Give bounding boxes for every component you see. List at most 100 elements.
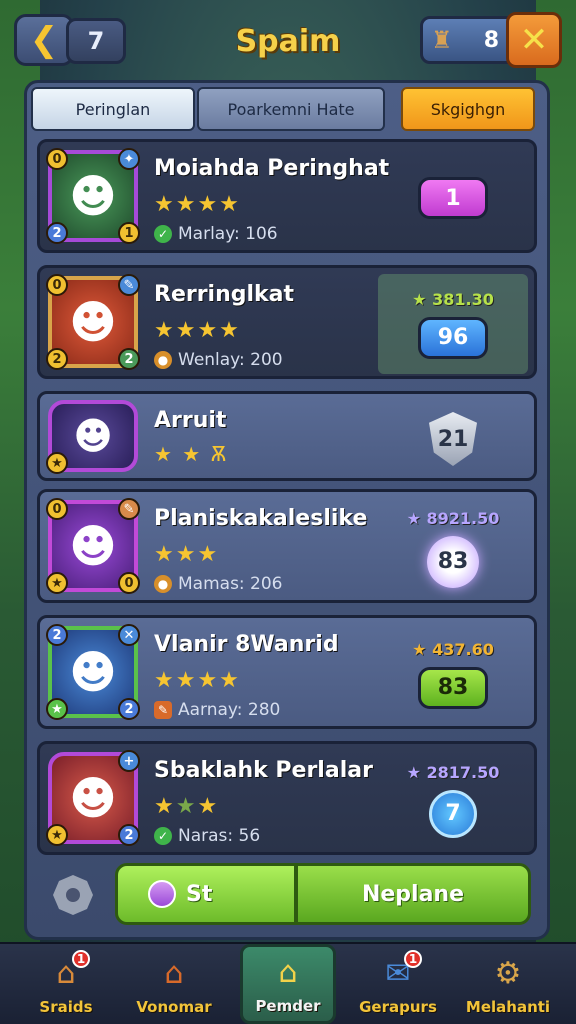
coin-icon: ● [154,575,172,593]
house-icon: ⌂ [164,956,184,991]
player-name: Sbaklahk Perlalar [154,758,373,783]
list-item[interactable]: ☻ 2 ✕ 2 ★ Vlanir 8Wanrid ★★★★ ✎ Aarnay: … [37,615,537,729]
right-action-button[interactable]: Neplane [295,863,531,925]
crown-badge-icon: 2 [46,348,68,370]
nav-item-gerapurs[interactable]: ✉ 1 Gerapurs [350,950,446,1022]
player-name: Rerringlkat [154,282,295,307]
back-arrow-icon: ❮ [29,20,59,60]
list-item[interactable]: ☻ ★ Arruit ★ ★ Ѫ 21 [37,391,537,481]
level-badge-icon: 2 [118,698,140,720]
rank-badge-icon: 0 [46,148,68,170]
coin-badge-icon: 2 [118,348,140,370]
level-indicator: 7 [66,18,126,64]
rank-badge-icon: 2 [46,624,68,646]
avatar: ☻ + 2 ★ [46,750,140,846]
list-item[interactable]: ☻ 0 ✎ 2 2 Rerringlkat ★★★★ ● Wenlay: 200… [37,265,537,379]
reward-area: ★ 437.60 83 [378,624,528,724]
prize-amount: ★ 381.30 [412,289,494,309]
rank-badge-icon: 0 [46,274,68,296]
notification-badge: 1 [404,950,422,968]
avatar: ☻ 2 ✕ 2 ★ [46,624,140,720]
coin-badge-icon: 0 [118,572,140,594]
page-title: Spaim [235,24,341,59]
sword-badge-icon: ✕ [118,624,140,646]
hero-portrait-icon: ☻ [69,519,117,573]
star-rating: ★★★ [154,794,220,819]
score-pill[interactable]: 96 [418,316,488,359]
nav-item-pemder[interactable]: ⌂ Pemder [240,944,336,1024]
prize-amount: ★ 437.60 [412,639,494,659]
star-rating: ★ ★ Ѫ [154,442,229,466]
leaderboard-panel: Peringlan Poarkemni Hate Skgighgn ☻ 0 ✦ … [24,80,550,940]
coin-icon: ● [154,351,172,369]
player-stat: ● Wenlay: 200 [154,350,283,370]
hero-portrait-icon: ☻ [69,295,117,349]
player-stat: ✓ Naras: 56 [154,826,260,846]
tab-peringlan[interactable]: Peringlan [31,87,195,131]
reward-area: ★ 8921.50 83 [378,498,528,598]
close-icon: ✕ [519,20,549,60]
level-badge-icon: ✎ [118,274,140,296]
list-item[interactable]: ☻ 0 ✎ 0 ★ Planiskakaleslike ★★★ ● Mamas:… [37,489,537,603]
currency-value: 8 [483,27,499,53]
star-badge-icon: ★ [46,452,68,474]
plus-badge-icon: + [118,750,140,772]
player-name: Vlanir 8Wanrid [154,632,339,657]
coin-badge-icon: 1 [118,222,140,244]
tab-bar: Peringlan Poarkemni Hate Skgighgn [31,87,543,131]
score-pill[interactable]: 83 [418,666,488,709]
tab-poarkemni-hate[interactable]: Poarkemni Hate [197,87,385,131]
star-rating: ★★★★ [154,668,241,693]
home-icon: ⌂ 1 [46,950,90,992]
build-icon: ⌂ [278,955,298,990]
score-orb[interactable]: 7 [429,789,477,838]
settings-gear-icon[interactable] [53,875,93,915]
bottom-nav: ⌂ 1 Sraids ⌂ Vonomar ⌂ Pemder ✉ 1 Gerapurs… [0,942,576,1024]
list-item[interactable]: ☻ 0 ✦ 1 2 Moiahda Peringhat ★★★★ ✓ Marla… [37,139,537,253]
star-badge-icon: ★ [46,572,68,594]
top-bar: ❮ 7 Spaim ♜ 8 ✕ [0,10,576,70]
nav-item-vonomar[interactable]: ⌂ Vonomar [126,950,222,1022]
notification-badge: 1 [72,950,90,968]
star-rating: ★★★ [154,542,220,567]
reward-area: 1 [378,148,528,248]
player-stat: ✓ Marlay: 106 [154,224,278,244]
prize-amount: ★ 2817.50 [406,762,500,782]
pen-icon: ✎ [154,701,172,719]
star-badge-icon: ★ [46,824,68,846]
player-name: Moiahda Peringhat [154,156,390,181]
player-stat: ✎ Aarnay: 280 [154,700,280,720]
star-badge-icon: ★ [46,698,68,720]
potion-icon [148,880,176,908]
hero-portrait-icon: ☻ [73,414,113,458]
back-button[interactable]: ❮ [14,14,74,66]
star-rating: ★★★★ [154,192,241,217]
avatar: ☻ ★ [46,400,138,474]
list-item[interactable]: ☻ + 2 ★ Sbaklahk Perlalar ★★★ ✓ Naras: 5… [37,741,537,855]
mail-icon: ✉ 1 [378,950,422,992]
score-orb[interactable]: 83 [427,535,479,588]
check-icon: ✓ [154,827,172,845]
reward-area: ★ 381.30 96 [378,274,528,374]
feather-badge-icon: ✎ [118,498,140,520]
player-stat: ● Mamas: 206 [154,574,283,594]
currency-display: ♜ 8 [420,16,516,64]
level-badge-icon: ✦ [118,148,140,170]
reward-area: ★ 2817.50 7 [378,750,528,850]
avatar: ☻ 0 ✎ 2 2 [46,274,140,370]
nav-item-sraids[interactable]: ⌂ 1 Sraids [18,950,114,1022]
score-pill[interactable]: 1 [418,177,488,219]
shield-score[interactable]: 21 [429,412,477,466]
hero-portrait-icon: ☻ [69,771,117,825]
close-button[interactable]: ✕ [506,12,562,68]
prize-amount: ★ 8921.50 [406,508,500,528]
tab-skgighgn[interactable]: Skgighgn [401,87,535,131]
rank-badge-icon: 0 [46,498,68,520]
avatar: ☻ 0 ✦ 1 2 [46,148,140,244]
left-action-button[interactable]: St [115,863,297,925]
nav-item-melahanti[interactable]: ⚙ Melahanti [460,950,556,1022]
gear-icon: ⚙ [494,956,522,991]
player-name: Planiskakaleslike [154,506,368,531]
player-name: Arruit [154,408,227,433]
avatar: ☻ 0 ✎ 0 ★ [46,498,140,594]
